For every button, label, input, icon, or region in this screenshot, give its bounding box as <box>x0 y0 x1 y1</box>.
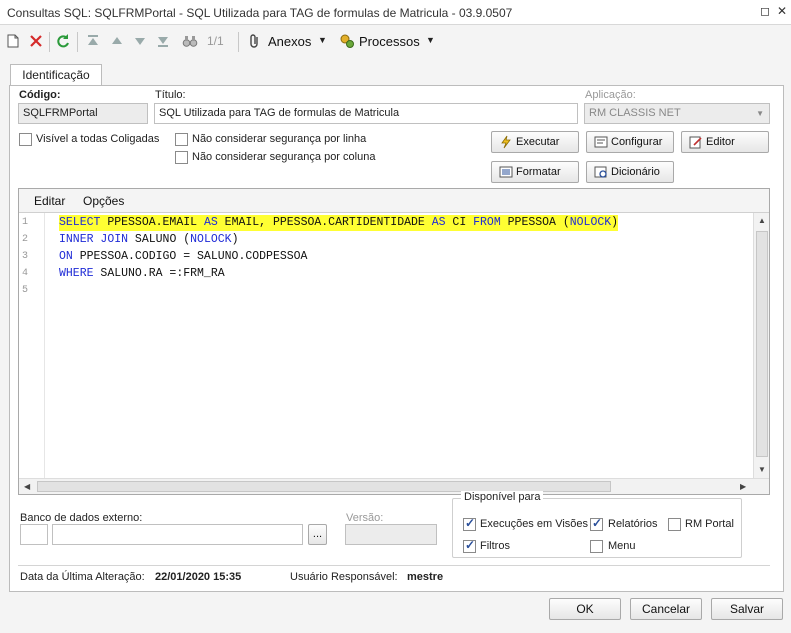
opcoes-menu[interactable]: Opções <box>83 194 124 208</box>
lightning-icon <box>501 135 511 149</box>
titulo-label: Título: <box>155 89 186 101</box>
delete-icon[interactable] <box>28 33 44 49</box>
toolbar-separator <box>238 32 239 52</box>
aplicacao-value: RM CLASSIS NET <box>589 107 681 119</box>
code-line[interactable]: WHERE SALUNO.RA =:FRM_RA <box>59 266 225 282</box>
rm-portal-label: RM Portal <box>685 518 734 530</box>
banco-name-field[interactable] <box>52 524 303 545</box>
new-doc-icon[interactable] <box>5 33 21 49</box>
toolbar-separator <box>77 32 78 52</box>
data-alteracao-label: Data da Última Alteração: <box>20 571 145 583</box>
aplicacao-select[interactable]: RM CLASSIS NET ▼ <box>584 103 770 124</box>
usuario-value: mestre <box>407 571 444 583</box>
chevron-down-icon: ▼ <box>756 109 764 118</box>
scroll-right-icon[interactable]: ▶ <box>740 482 746 491</box>
toolbar: 1/1 Anexos ▼ Processos ▼ <box>0 27 791 57</box>
refresh-icon[interactable] <box>55 33 71 49</box>
code-line[interactable]: SELECT PPESSOA.EMAIL AS EMAIL, PPESSOA.C… <box>59 215 619 231</box>
formatar-label: Formatar <box>516 166 561 178</box>
usuario-label: Usuário Responsável: <box>290 571 398 583</box>
aplicacao-label: Aplicação: <box>585 89 636 101</box>
anexos-caret-icon[interactable]: ▼ <box>318 35 327 45</box>
toolbar-separator <box>49 32 50 52</box>
code-line[interactable]: ON PPESSOA.CODIGO = SALUNO.CODPESSOA <box>59 249 307 265</box>
versao-label: Versão: <box>346 512 384 524</box>
line-number-gutter: 1 2 3 4 5 <box>19 213 45 478</box>
scroll-down-icon[interactable]: ▼ <box>758 465 766 474</box>
disponivel-title: Disponível para <box>461 491 544 503</box>
line-number: 5 <box>22 285 29 296</box>
horizontal-scrollbar[interactable]: ◀ ▶ <box>19 478 769 494</box>
dicionario-label: Dicionário <box>611 166 660 178</box>
editar-menu[interactable]: Editar <box>34 194 65 208</box>
configurar-label: Configurar <box>611 136 663 148</box>
menu-checkbox[interactable] <box>590 540 603 553</box>
visivel-coligadas-checkbox[interactable] <box>19 133 32 146</box>
anexos-menu[interactable]: Anexos <box>268 34 311 49</box>
format-icon <box>499 166 513 178</box>
scroll-up-icon[interactable]: ▲ <box>758 216 766 225</box>
processos-caret-icon[interactable]: ▼ <box>426 35 435 45</box>
window-titlebar: Consultas SQL: SQLFRMPortal - SQL Utiliz… <box>0 0 791 25</box>
editor-menubar: Editar Opções <box>19 189 769 213</box>
ok-button[interactable]: OK <box>549 598 621 620</box>
tab-identificacao[interactable]: Identificação <box>10 64 102 86</box>
vertical-scroll-thumb[interactable] <box>756 231 768 457</box>
codigo-field[interactable]: SQLFRMPortal <box>18 103 148 124</box>
dictionary-icon <box>594 166 607 178</box>
relatorios-checkbox[interactable] <box>590 516 603 531</box>
visivel-coligadas-label: Visível a todas Coligadas <box>36 133 160 145</box>
next-icon[interactable] <box>132 33 148 49</box>
menu-label: Menu <box>608 540 636 552</box>
editor-label: Editor <box>706 136 735 148</box>
vertical-scrollbar[interactable]: ▲ ▼ <box>753 213 769 478</box>
execucoes-checkbox[interactable] <box>463 516 476 531</box>
executar-label: Executar <box>516 136 560 148</box>
relatorios-label: Relatórios <box>608 518 658 530</box>
line-number: 3 <box>22 251 29 262</box>
processos-icon <box>340 34 354 48</box>
filtros-checkbox[interactable] <box>463 538 476 553</box>
seg-linha-checkbox[interactable] <box>175 133 188 146</box>
pager-text: 1/1 <box>207 34 224 48</box>
line-number: 1 <box>22 217 29 228</box>
window-title: Consultas SQL: SQLFRMPortal - SQL Utiliz… <box>7 6 513 20</box>
prev-icon[interactable] <box>109 33 125 49</box>
divider <box>18 565 770 566</box>
close-button[interactable]: ✕ <box>775 4 789 18</box>
line-number: 4 <box>22 268 29 279</box>
binoculars-icon[interactable] <box>182 33 198 49</box>
formatar-button[interactable]: Formatar <box>491 161 579 183</box>
seg-linha-label: Não considerar segurança por linha <box>192 133 367 145</box>
filtros-label: Filtros <box>480 540 510 552</box>
line-number: 2 <box>22 234 29 245</box>
edit-icon <box>689 136 702 149</box>
banco-browse-button[interactable]: ... <box>308 524 327 545</box>
seg-coluna-label: Não considerar segurança por coluna <box>192 151 376 163</box>
codigo-label: Código: <box>19 89 61 101</box>
banco-label: Banco de dados externo: <box>20 512 143 524</box>
seg-coluna-checkbox[interactable] <box>175 151 188 164</box>
first-icon[interactable] <box>85 33 101 49</box>
dicionario-button[interactable]: Dicionário <box>586 161 674 183</box>
execucoes-label: Execuções em Visões <box>480 518 589 530</box>
executar-button[interactable]: Executar <box>491 131 579 153</box>
code-line[interactable]: INNER JOIN SALUNO (NOLOCK) <box>59 232 238 248</box>
editor-button[interactable]: Editor <box>681 131 769 153</box>
scroll-left-icon[interactable]: ◀ <box>24 482 30 491</box>
sql-editor[interactable]: Editar Opções 1 2 3 4 5 SELECT PPESSOA.E… <box>18 188 770 495</box>
configure-icon <box>594 136 608 148</box>
last-icon[interactable] <box>155 33 171 49</box>
data-alteracao-value: 22/01/2020 15:35 <box>155 571 242 583</box>
titulo-field[interactable]: SQL Utilizada para TAG de formulas de Ma… <box>154 103 578 124</box>
versao-field[interactable] <box>345 524 437 545</box>
salvar-button[interactable]: Salvar <box>711 598 783 620</box>
paperclip-icon <box>250 34 258 48</box>
banco-code-field[interactable] <box>20 524 48 545</box>
configurar-button[interactable]: Configurar <box>586 131 674 153</box>
restore-button[interactable]: ◻ <box>758 4 772 18</box>
rm-portal-checkbox[interactable] <box>668 518 681 531</box>
processos-menu[interactable]: Processos <box>359 34 420 49</box>
cancelar-button[interactable]: Cancelar <box>630 598 702 620</box>
